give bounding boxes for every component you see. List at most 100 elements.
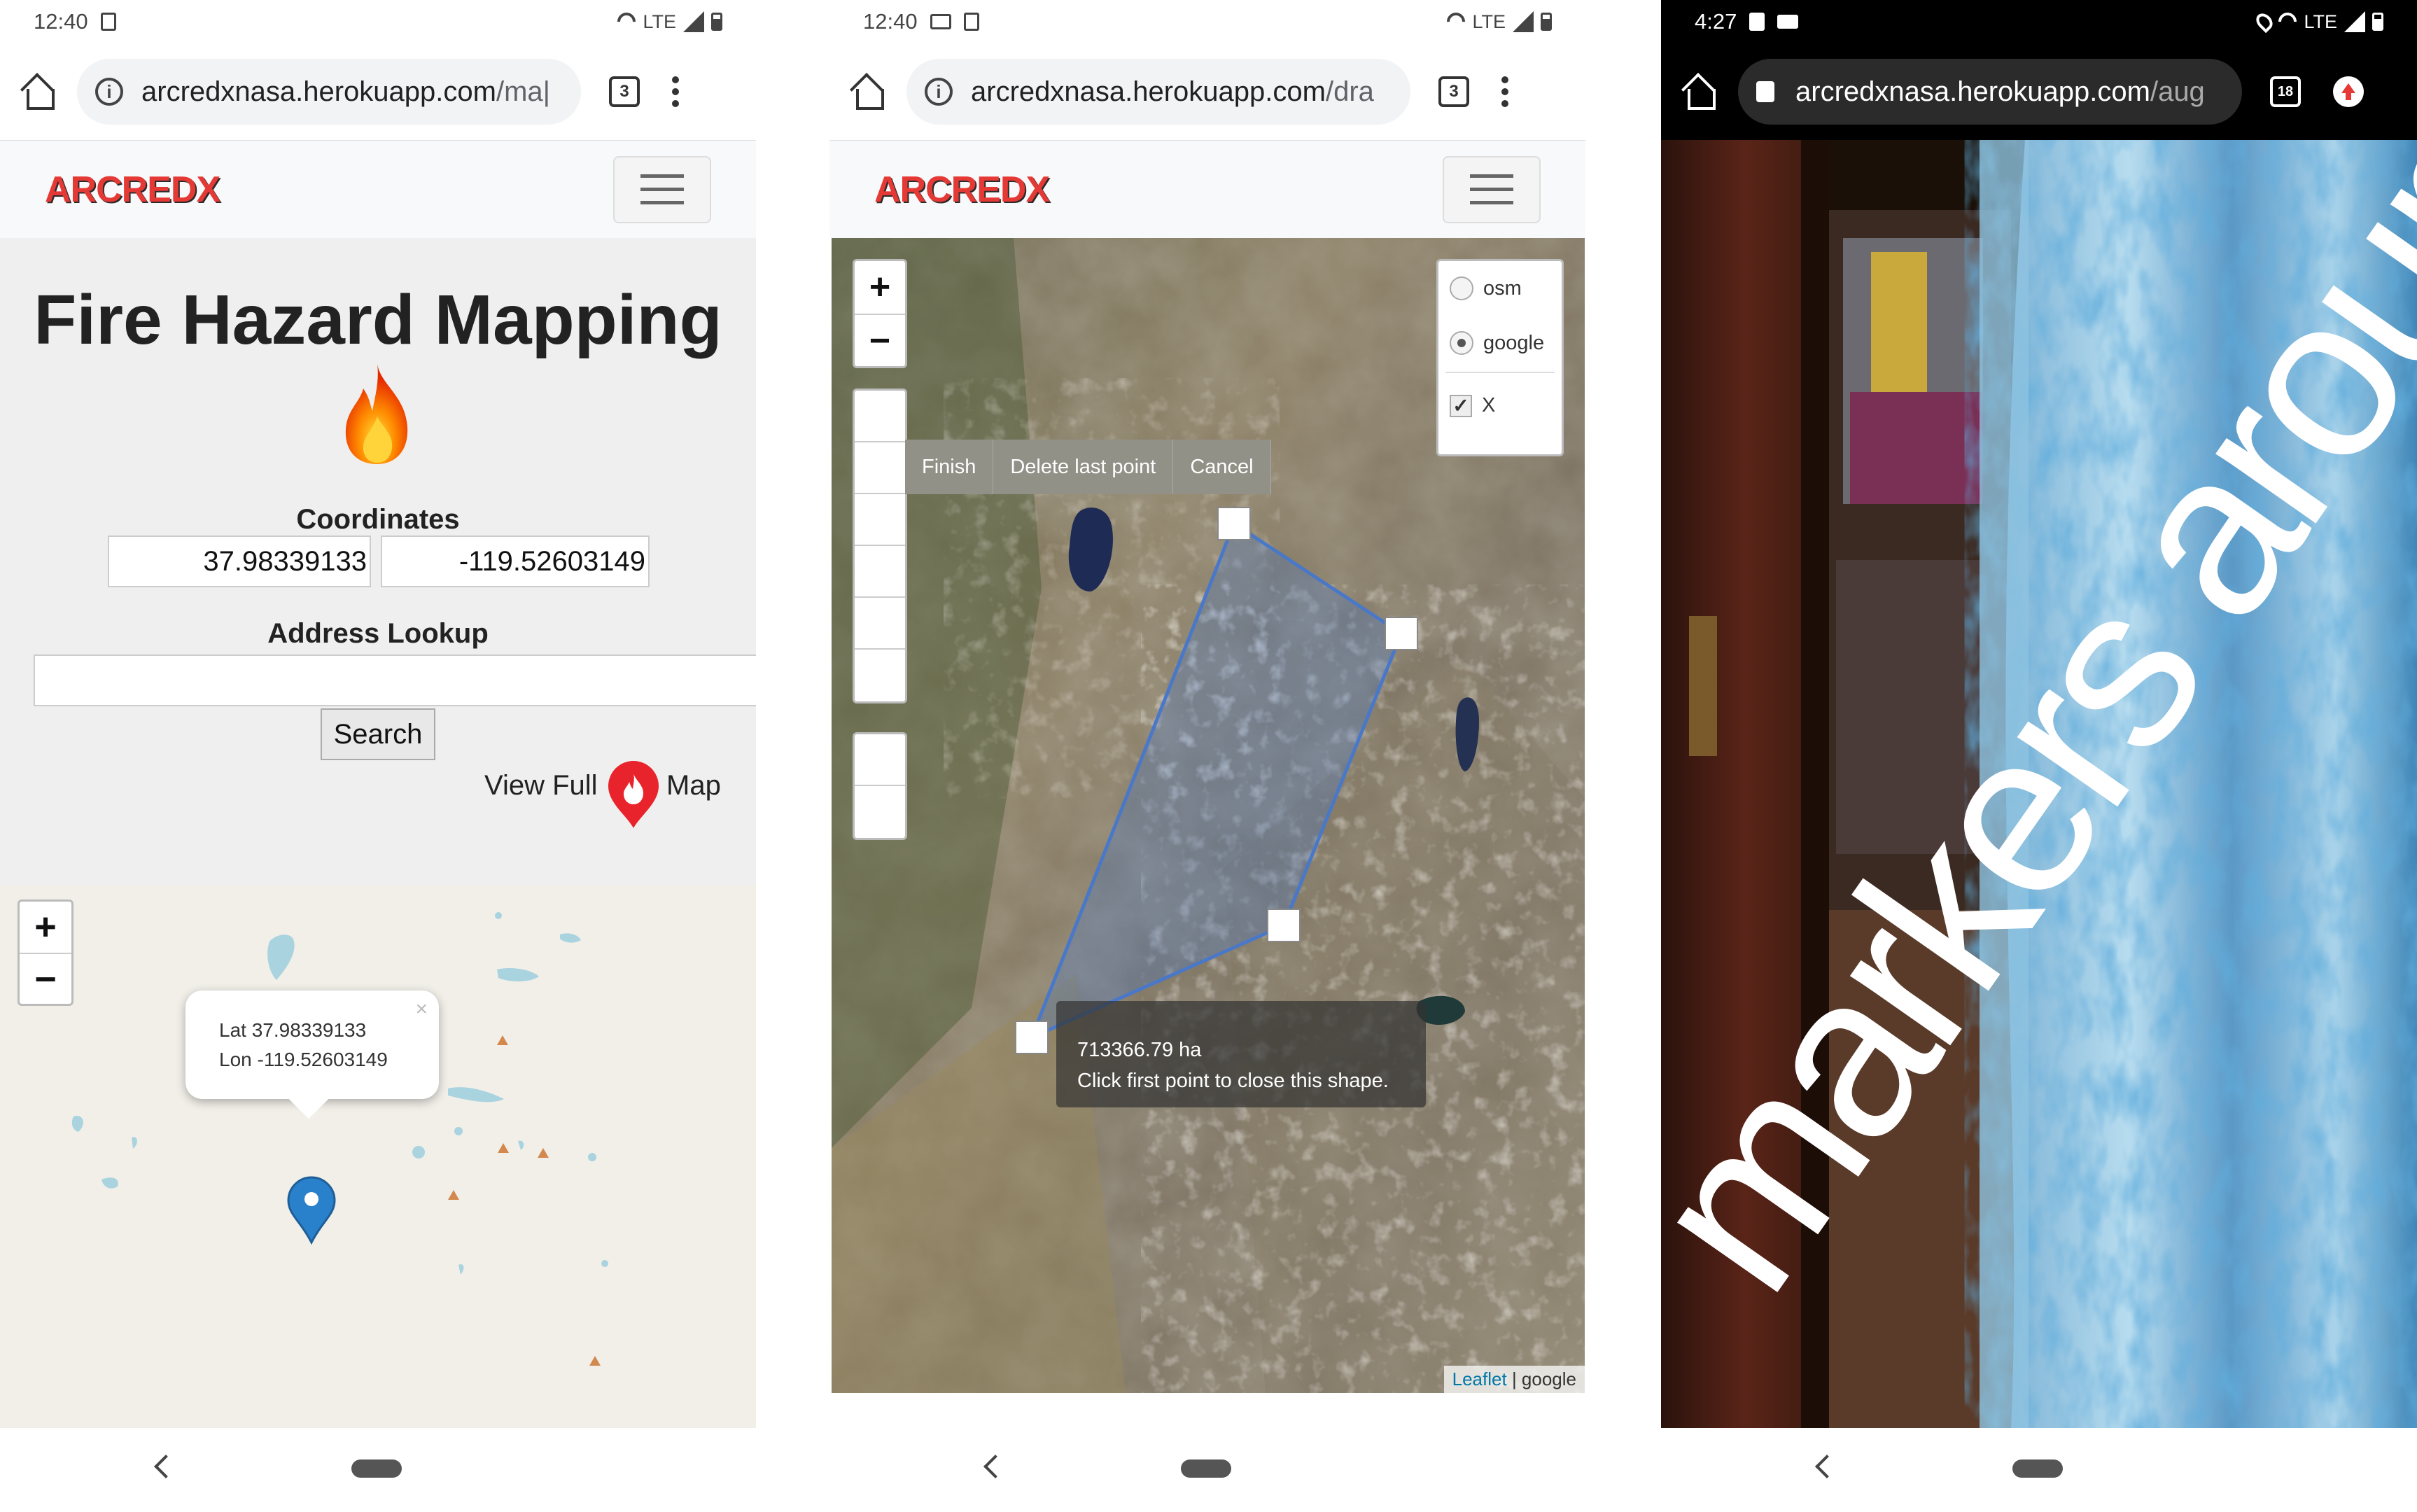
popup-lat: Lat 37.98339133 — [219, 1019, 367, 1041]
location-icon — [2253, 10, 2276, 34]
area-readout: 713366.79 ha — [1077, 1039, 1202, 1061]
coordinate-popup: × Lat 37.98339133 Lon -119.52603149 — [185, 990, 439, 1099]
draw-marker-button[interactable] — [855, 598, 905, 650]
draw-polygon-button[interactable] — [855, 442, 905, 494]
url-host: arcredxnasa.herokuapp.com — [1795, 76, 2150, 107]
signal-icon — [1513, 11, 1534, 32]
latitude-input[interactable]: 37.98339133 — [108, 536, 371, 587]
draw-polyline-button[interactable] — [855, 391, 905, 442]
layer-google-option[interactable]: google — [1450, 331, 1544, 355]
map-link[interactable]: Map — [666, 770, 721, 802]
hotspot-icon — [614, 8, 640, 35]
site-navbar: ARCREDX — [829, 140, 1585, 238]
layer-overlay-option[interactable]: ✓ X — [1450, 394, 1495, 417]
url-field[interactable]: i arcredxnasa.herokuapp.com/ma| — [77, 59, 581, 125]
tooltip-hint: Click first point to close this shape. — [1077, 1070, 1389, 1092]
url-field[interactable]: arcredxnasa.herokuapp.com/aug — [1738, 59, 2242, 125]
mail-icon — [930, 14, 951, 29]
home-pill-icon[interactable] — [2012, 1460, 2063, 1478]
finish-button[interactable]: Finish — [905, 440, 994, 494]
draw-toolbar — [853, 388, 907, 704]
polygon-vertex[interactable] — [1217, 507, 1251, 540]
url-host: arcredxnasa.herokuapp.com — [141, 76, 496, 107]
hamburger-menu-button[interactable] — [613, 155, 711, 223]
zoom-out-button[interactable]: − — [20, 953, 71, 1004]
popup-close-button[interactable]: × — [415, 995, 428, 1024]
layer-osm-option[interactable]: osm — [1450, 276, 1522, 300]
map-attribution: Leaflet | google — [1443, 1366, 1585, 1393]
location-map[interactable]: + − × Lat 37.98339133 Lon -119.52603149 — [0, 886, 756, 1428]
coordinates-label: Coordinates — [296, 504, 460, 535]
status-bar: 4:27 LTE — [1661, 0, 2417, 43]
draw-circle-button[interactable] — [855, 546, 905, 598]
osm-radio[interactable] — [1450, 276, 1473, 300]
download-icon — [100, 13, 116, 31]
url-field[interactable]: i arcredxnasa.herokuapp.com/dra — [906, 59, 1410, 125]
home-icon[interactable] — [1681, 74, 1717, 110]
google-radio[interactable] — [1450, 331, 1473, 355]
battery-icon — [2372, 13, 2383, 31]
status-time: 12:40 — [34, 9, 88, 34]
osm-label: osm — [1483, 276, 1522, 300]
home-icon[interactable] — [20, 74, 56, 110]
browser-address-bar: i arcredxnasa.herokuapp.com/ma| 3 — [0, 43, 756, 140]
lock-icon — [1756, 81, 1774, 102]
satellite-map[interactable]: + − Finish Delete last point Cancel osm … — [832, 238, 1585, 1393]
view-full-link[interactable]: View Full — [484, 770, 598, 802]
polygon-vertex[interactable] — [1015, 1021, 1049, 1054]
overlay-label: X — [1482, 394, 1496, 416]
address-input[interactable] — [34, 654, 756, 706]
back-icon[interactable] — [1815, 1455, 1839, 1478]
attribution-separator: | — [1506, 1368, 1522, 1390]
leaflet-link[interactable]: Leaflet — [1452, 1368, 1507, 1390]
edit-toolbar — [853, 732, 907, 840]
draw-rectangle-button[interactable] — [855, 494, 905, 546]
arcredx-logo[interactable]: ARCREDX — [874, 169, 1050, 211]
tab-switcher-button[interactable]: 18 — [2270, 76, 2301, 107]
polygon-vertex[interactable] — [1385, 617, 1418, 650]
map-marker-fire-icon[interactable] — [605, 760, 661, 830]
url-path: /dra — [1325, 76, 1374, 107]
hotspot-icon — [1443, 8, 1469, 35]
status-time: 12:40 — [863, 9, 918, 34]
tab-switcher-button[interactable]: 3 — [1438, 76, 1469, 107]
home-pill-icon[interactable] — [351, 1460, 402, 1478]
info-icon[interactable]: i — [925, 78, 953, 106]
arcredx-logo[interactable]: ARCREDX — [45, 169, 220, 211]
delete-layers-button[interactable] — [855, 786, 905, 838]
phone-fire-hazard-mapping: 12:40 LTE i arcredxnasa.herokuapp.com/ma|… — [0, 0, 756, 1512]
url-path: /aug — [2150, 76, 2205, 107]
draw-actions: Finish Delete last point Cancel — [905, 440, 1271, 494]
hamburger-menu-button[interactable] — [1443, 155, 1541, 223]
zoom-in-button[interactable]: + — [855, 261, 905, 314]
address-lookup-label: Address Lookup — [267, 618, 489, 649]
back-icon[interactable] — [983, 1455, 1007, 1478]
download-icon — [963, 13, 979, 31]
back-icon[interactable] — [154, 1455, 178, 1478]
longitude-input[interactable]: -119.52603149 — [381, 536, 650, 587]
home-icon[interactable] — [849, 74, 885, 110]
url-path: /ma| — [496, 76, 551, 107]
draw-circlemarker-button[interactable] — [855, 650, 905, 701]
overflow-menu-icon[interactable] — [672, 76, 679, 107]
status-bar: 12:40 LTE — [829, 0, 1585, 43]
overflow-menu-icon[interactable] — [1501, 76, 1508, 107]
home-pill-icon[interactable] — [1181, 1460, 1231, 1478]
cancel-button[interactable]: Cancel — [1173, 440, 1271, 494]
zoom-out-button[interactable]: − — [855, 314, 905, 366]
system-nav-bar — [0, 1428, 756, 1512]
info-icon[interactable]: i — [95, 78, 123, 106]
overlay-checkbox[interactable]: ✓ — [1450, 394, 1472, 417]
update-icon[interactable] — [2333, 76, 2364, 107]
polygon-vertex[interactable] — [1267, 909, 1301, 942]
tab-switcher-button[interactable]: 3 — [609, 76, 640, 107]
search-button[interactable]: Search — [321, 708, 435, 760]
layer-control: osm google ✓ X — [1436, 259, 1564, 456]
zoom-in-button[interactable]: + — [20, 902, 71, 953]
edit-layers-button[interactable] — [855, 734, 905, 786]
google-label: google — [1483, 331, 1545, 354]
phone-draw-area: 12:40 LTE i arcredxnasa.herokuapp.com/dra… — [829, 0, 1585, 1512]
delete-last-point-button[interactable]: Delete last point — [993, 440, 1174, 494]
zoom-control: + − — [17, 899, 73, 1006]
image-icon — [1749, 13, 1765, 31]
